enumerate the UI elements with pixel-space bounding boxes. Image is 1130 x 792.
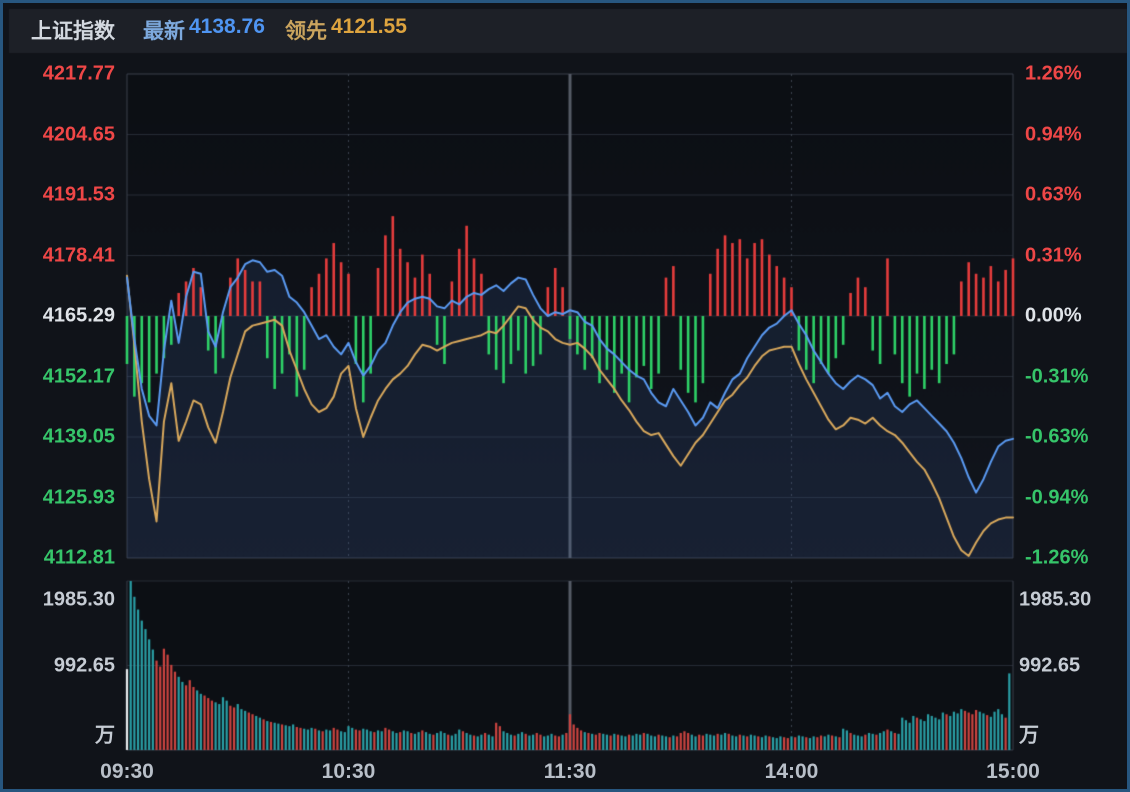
latest-value: 4138.76 [189, 15, 265, 39]
leading-value: 4121.55 [331, 15, 407, 39]
intraday-chart-canvas[interactable] [3, 3, 1130, 792]
leading-label: 领先 [285, 15, 327, 45]
index-name: 上证指数 [31, 15, 115, 45]
latest-label: 最新 [143, 15, 185, 45]
quote-header: 上证指数 最新 4138.76 领先 4121.55 [3, 3, 1127, 51]
stock-quote-window: 上证指数 最新 4138.76 领先 4121.55 4217.774204.6… [0, 0, 1130, 792]
